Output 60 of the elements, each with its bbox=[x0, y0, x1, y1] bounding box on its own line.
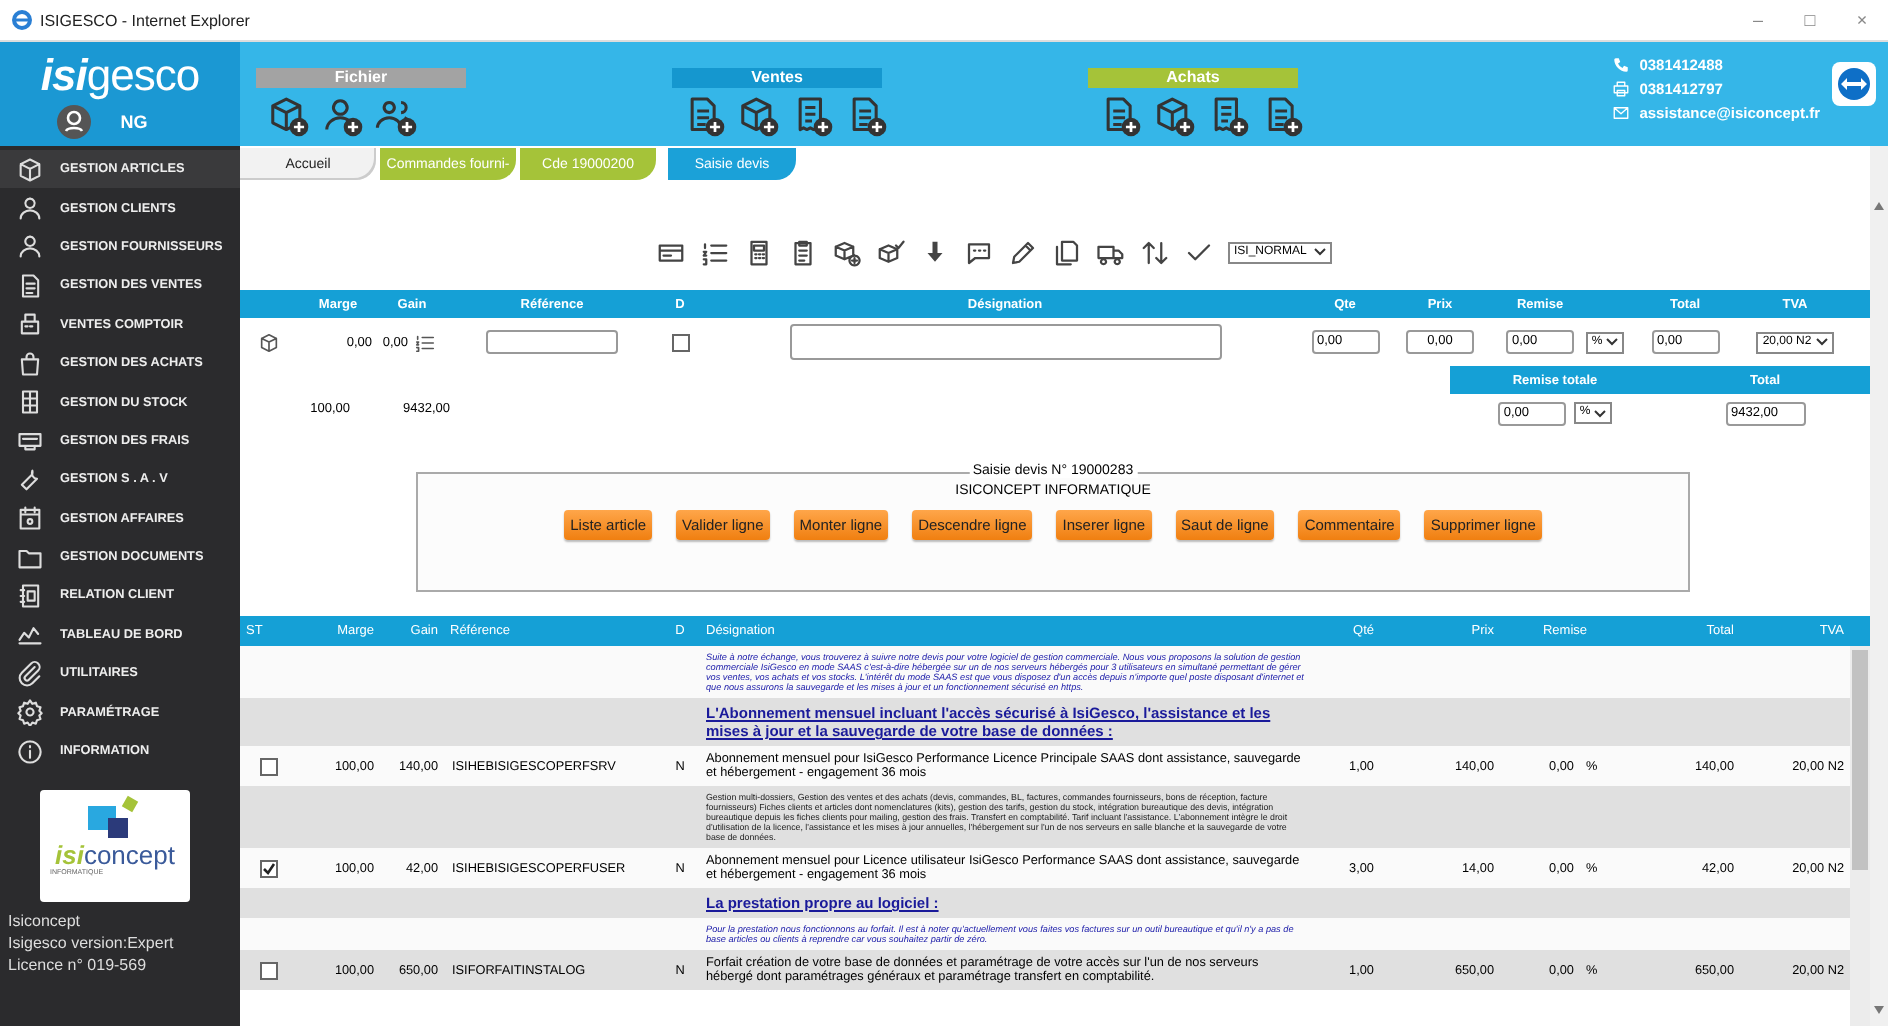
doc-icon bbox=[16, 271, 44, 300]
group-label: Ventes bbox=[672, 68, 882, 88]
box-plus-icon[interactable] bbox=[736, 94, 780, 138]
user-icon bbox=[16, 232, 44, 261]
user-icon bbox=[16, 194, 44, 223]
window-control[interactable]: – bbox=[1732, 10, 1784, 30]
calculator-icon bbox=[744, 237, 774, 267]
window-control[interactable]: × bbox=[1836, 10, 1888, 30]
list-icon bbox=[414, 331, 436, 353]
chat-icon bbox=[964, 237, 994, 267]
user-plus-icon[interactable] bbox=[320, 94, 364, 138]
user-initials: NG bbox=[120, 112, 148, 132]
app-logo: isigesco bbox=[40, 54, 200, 98]
gear-icon bbox=[16, 698, 44, 727]
license-info: Isigesco version:Expert bbox=[6, 932, 176, 955]
check-icon bbox=[261, 861, 275, 875]
caret-icon bbox=[1606, 338, 1619, 346]
printer-icon bbox=[1611, 80, 1630, 98]
register-icon bbox=[16, 310, 44, 339]
sort-icon bbox=[1140, 237, 1170, 267]
d-checkbox[interactable] bbox=[671, 333, 689, 351]
box-plus-icon bbox=[832, 237, 862, 267]
info-icon bbox=[16, 737, 44, 766]
designation-field[interactable] bbox=[789, 324, 1221, 360]
scrollbar[interactable] bbox=[1870, 146, 1888, 1026]
group-label: Fichier bbox=[256, 68, 466, 88]
pencil-icon bbox=[1008, 237, 1038, 267]
mail-icon bbox=[1611, 104, 1630, 122]
scrollbar[interactable] bbox=[1850, 646, 1870, 1026]
calendar-icon bbox=[16, 504, 44, 533]
box-check-icon bbox=[876, 237, 906, 267]
scroll-down-icon[interactable] bbox=[1874, 1006, 1884, 1014]
contact-icon bbox=[16, 581, 44, 610]
caret-icon bbox=[1314, 248, 1327, 256]
license-info: Isiconcept bbox=[6, 910, 83, 933]
caret-icon bbox=[1815, 338, 1828, 346]
browser-icon bbox=[12, 10, 32, 30]
box-icon bbox=[16, 155, 44, 184]
list-icon bbox=[700, 237, 730, 267]
stock-icon bbox=[16, 388, 44, 417]
user-avatar-icon[interactable] bbox=[56, 104, 93, 140]
copy-icon bbox=[1052, 237, 1082, 267]
row-checkbox[interactable] bbox=[259, 859, 277, 877]
box-icon bbox=[257, 331, 279, 353]
window-title: ISIGESCO - Internet Explorer bbox=[40, 11, 250, 29]
box-plus-icon[interactable] bbox=[266, 94, 310, 138]
clipboard-icon bbox=[788, 237, 818, 267]
box-plus-icon[interactable] bbox=[1152, 94, 1196, 138]
window-control[interactable]: □ bbox=[1784, 10, 1836, 30]
reference-field[interactable] bbox=[486, 330, 618, 354]
bag-icon bbox=[16, 349, 44, 378]
scroll-up-icon[interactable] bbox=[1874, 202, 1884, 210]
row-checkbox[interactable] bbox=[259, 757, 277, 775]
group-label: Achats bbox=[1088, 68, 1298, 88]
row-checkbox[interactable] bbox=[259, 961, 277, 979]
phone-icon bbox=[1611, 56, 1630, 74]
remote-support-icon[interactable] bbox=[1832, 62, 1876, 106]
paperclip-icon bbox=[16, 659, 44, 688]
license-info: Licence n° 019-569 bbox=[6, 954, 149, 977]
caret-icon bbox=[1594, 409, 1607, 417]
